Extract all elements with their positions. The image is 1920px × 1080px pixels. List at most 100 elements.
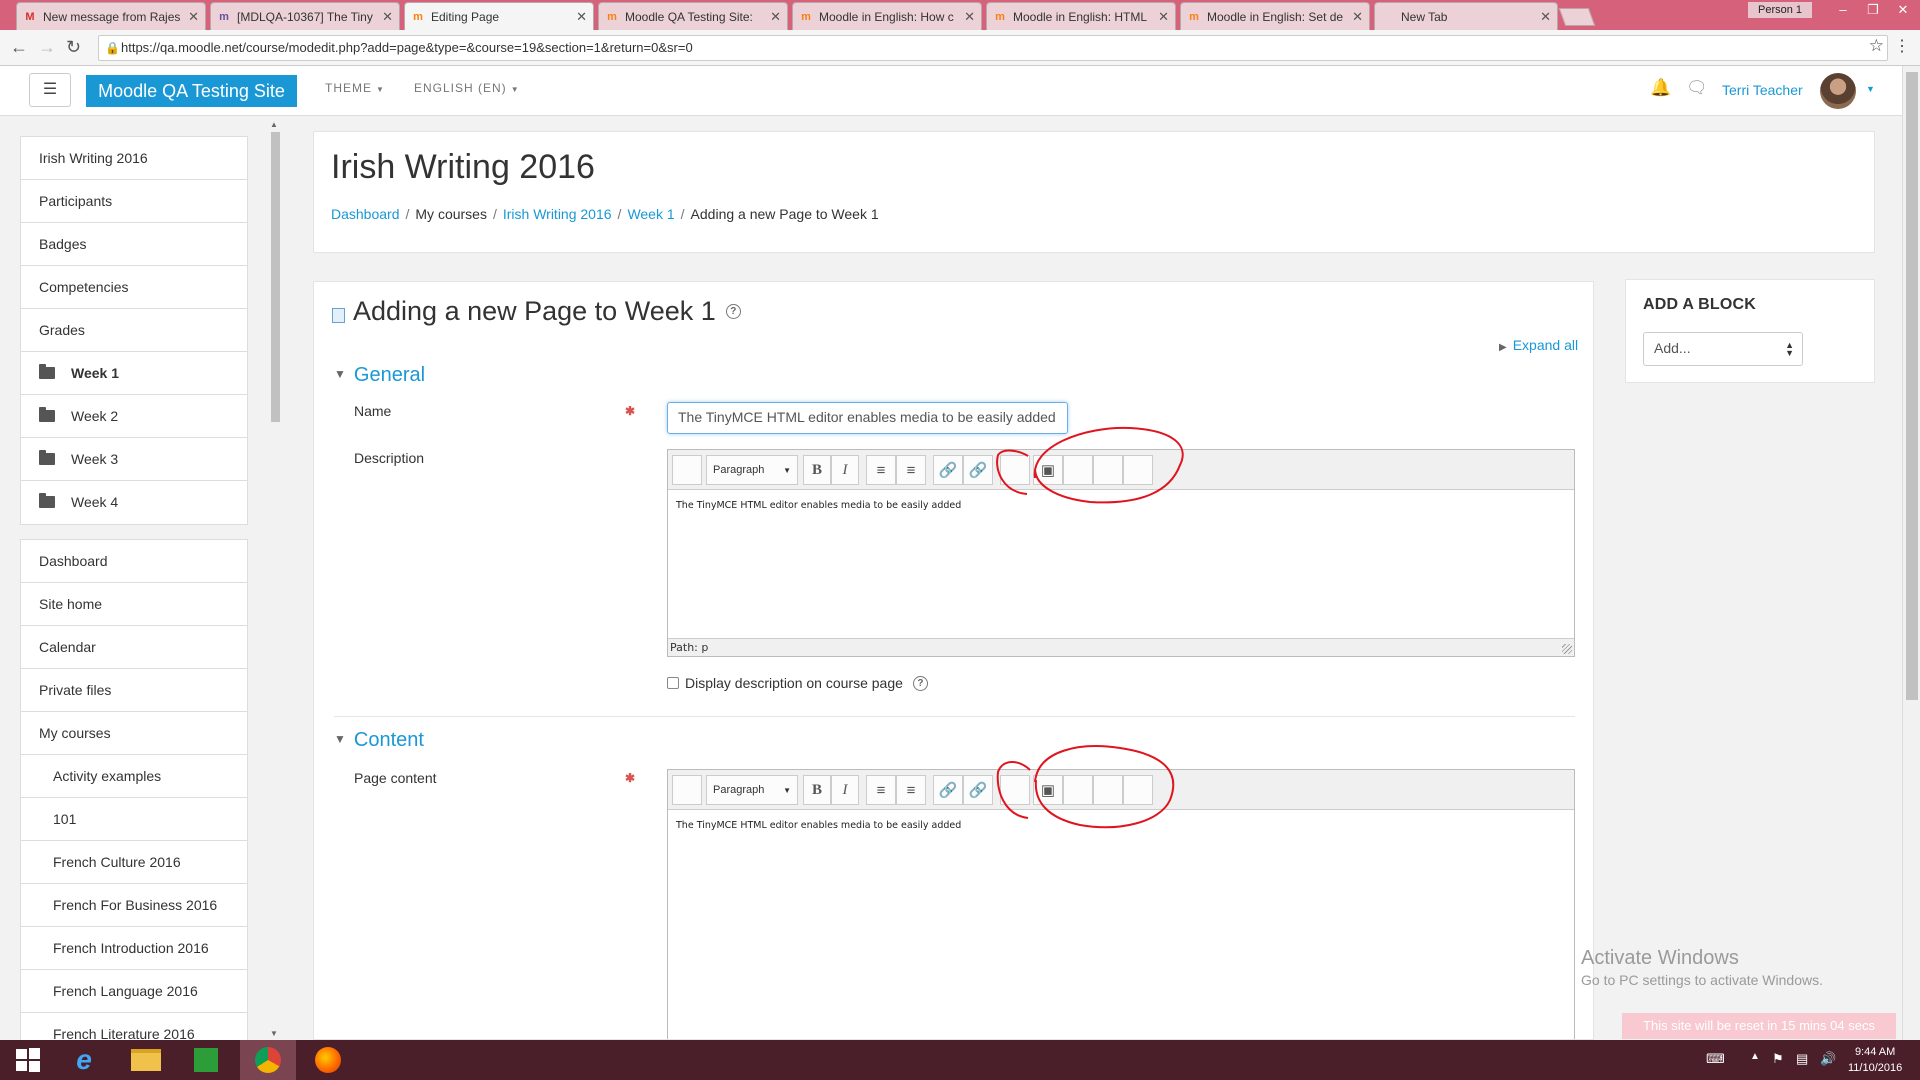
network-icon[interactable]: ▤ [1796, 1051, 1808, 1067]
page-scrollbar[interactable] [1902, 66, 1920, 1040]
profile-button[interactable]: Person 1 [1748, 2, 1812, 18]
browser-tab[interactable]: m Moodle QA Testing Site: ✕ [598, 2, 788, 30]
link-button[interactable]: 🔗 [933, 775, 963, 805]
resize-handle-icon[interactable] [1562, 644, 1572, 654]
page-content-editor-body[interactable]: The TinyMCE HTML editor enables media to… [668, 810, 1574, 1039]
media-button[interactable] [1063, 775, 1093, 805]
breadcrumb-course[interactable]: Irish Writing 2016 [503, 206, 612, 222]
sidebar-item[interactable]: Week 4 [21, 481, 247, 524]
sidebar-item[interactable]: French Culture 2016 [21, 841, 247, 884]
internet-explorer-icon[interactable]: e [56, 1040, 112, 1080]
sidebar-item[interactable]: Grades [21, 309, 247, 352]
theme-menu[interactable]: THEME ▼ [325, 81, 385, 95]
browser-menu-icon[interactable]: ⋮ [1894, 36, 1910, 56]
sidebar-item[interactable]: Badges [21, 223, 247, 266]
user-name-link[interactable]: Terri Teacher [1722, 82, 1803, 98]
manage-files-button[interactable] [1093, 455, 1123, 485]
firefox-icon[interactable] [300, 1040, 356, 1080]
sidebar-item[interactable]: French Introduction 2016 [21, 927, 247, 970]
language-menu[interactable]: ENGLISH (EN) ▼ [414, 81, 520, 95]
chrome-icon[interactable] [240, 1040, 296, 1080]
sidebar-item[interactable]: My courses [21, 712, 247, 755]
image-button[interactable]: ▣ [1033, 455, 1063, 485]
content-section-toggle[interactable]: ▼ Content [334, 729, 424, 752]
format-select[interactable]: Paragraph ▼ [706, 775, 798, 805]
show-hidden-icons-icon[interactable]: ▲ [1750, 1051, 1760, 1062]
numbered-list-button[interactable]: ≡ [896, 455, 926, 485]
browser-tab[interactable]: m Moodle in English: Set de ✕ [1180, 2, 1370, 30]
sidebar-item[interactable]: Irish Writing 2016 [21, 137, 247, 180]
manage-files-button[interactable] [1093, 775, 1123, 805]
flag-icon[interactable]: ⚑ [1772, 1051, 1784, 1067]
link-button[interactable]: 🔗 [933, 455, 963, 485]
help-icon[interactable]: ? [912, 675, 928, 691]
sidebar-item[interactable]: French Language 2016 [21, 970, 247, 1013]
bullet-list-button[interactable]: ≡ [866, 455, 896, 485]
back-icon[interactable]: ← [10, 37, 28, 58]
emoticon-button[interactable] [1000, 775, 1030, 805]
browser-tab[interactable]: m Editing Page ✕ [404, 2, 594, 30]
browser-tab[interactable]: M New message from Rajes ✕ [16, 2, 206, 30]
bookmark-star-icon[interactable]: ☆ [1869, 36, 1884, 56]
sidebar-item[interactable]: Calendar [21, 626, 247, 669]
tab-close-icon[interactable]: ✕ [382, 9, 393, 25]
browser-tab[interactable]: m [MDLQA-10367] The Tiny ✕ [210, 2, 400, 30]
page-scrollbar-thumb[interactable] [1906, 72, 1918, 700]
url-input[interactable]: 🔒 https://qa.moodle.net/course/modedit.p… [98, 35, 1888, 61]
user-menu-caret-icon[interactable]: ▼ [1866, 84, 1875, 94]
sidebar-scrollbar[interactable]: ▲ ▼ [268, 118, 282, 1040]
italic-button[interactable]: I [831, 455, 859, 485]
new-tab-button[interactable] [1558, 8, 1596, 26]
media-button[interactable] [1063, 455, 1093, 485]
sidebar-item[interactable]: Week 3 [21, 438, 247, 481]
close-window-icon[interactable]: ✕ [1888, 0, 1918, 20]
sidebar-item[interactable]: Competencies [21, 266, 247, 309]
bold-button[interactable]: B [803, 455, 831, 485]
avatar[interactable] [1820, 73, 1856, 109]
forward-icon[interactable]: → [38, 37, 56, 58]
sidebar-item[interactable]: Site home [21, 583, 247, 626]
sidebar-item[interactable]: Dashboard [21, 540, 247, 583]
reload-icon[interactable]: ↻ [66, 37, 81, 58]
tab-close-icon[interactable]: ✕ [964, 9, 975, 25]
start-button[interactable] [0, 1040, 56, 1080]
sidebar-item[interactable]: Participants [21, 180, 247, 223]
unlink-button[interactable]: 🔗 [963, 775, 993, 805]
sidebar-scrollbar-thumb[interactable] [271, 132, 280, 422]
sidebar-item[interactable]: Activity examples [21, 755, 247, 798]
tab-close-icon[interactable]: ✕ [576, 9, 587, 25]
name-input[interactable]: The TinyMCE HTML editor enables media to… [667, 402, 1068, 434]
toolbar-toggle-button[interactable] [672, 775, 702, 805]
emoticon-button[interactable] [1000, 455, 1030, 485]
italic-button[interactable]: I [831, 775, 859, 805]
add-block-select[interactable]: Add... ▲ ▼ [1643, 332, 1803, 366]
minimize-icon[interactable]: – [1828, 0, 1858, 20]
messages-icon[interactable]: 🗨 [1686, 78, 1708, 98]
tab-close-icon[interactable]: ✕ [188, 9, 199, 25]
display-description-checkbox[interactable] [667, 677, 679, 689]
file-explorer-icon[interactable] [118, 1040, 174, 1080]
help-icon[interactable]: ? [725, 304, 741, 319]
image-button[interactable]: ▣ [1033, 775, 1063, 805]
scroll-down-icon[interactable]: ▼ [270, 1029, 278, 1038]
sidebar-item[interactable]: Week 1 [21, 352, 247, 395]
tab-close-icon[interactable]: ✕ [1158, 9, 1169, 25]
toolbar-toggle-button[interactable] [672, 455, 702, 485]
sidebar-item[interactable]: Week 2 [21, 395, 247, 438]
numbered-list-button[interactable]: ≡ [896, 775, 926, 805]
browser-tab[interactable]: m Moodle in English: How c ✕ [792, 2, 982, 30]
bullet-list-button[interactable]: ≡ [866, 775, 896, 805]
browser-tab[interactable]: m Moodle in English: HTML ✕ [986, 2, 1176, 30]
volume-icon[interactable]: 🔊 [1820, 1051, 1836, 1067]
keyboard-icon[interactable]: ⌨ [1706, 1051, 1725, 1067]
hamburger-menu-button[interactable]: ☰ [29, 73, 71, 107]
breadcrumb-week[interactable]: Week 1 [627, 206, 674, 222]
sidebar-item[interactable]: 101 [21, 798, 247, 841]
tab-close-icon[interactable]: ✕ [770, 9, 781, 25]
notification-bell-icon[interactable]: 🔔 [1650, 78, 1671, 98]
browser-tab[interactable]: New Tab ✕ [1374, 2, 1558, 30]
tab-close-icon[interactable]: ✕ [1540, 9, 1551, 25]
site-name-link[interactable]: Moodle QA Testing Site [86, 75, 297, 107]
bold-button[interactable]: B [803, 775, 831, 805]
breadcrumb-dashboard[interactable]: Dashboard [331, 206, 400, 222]
